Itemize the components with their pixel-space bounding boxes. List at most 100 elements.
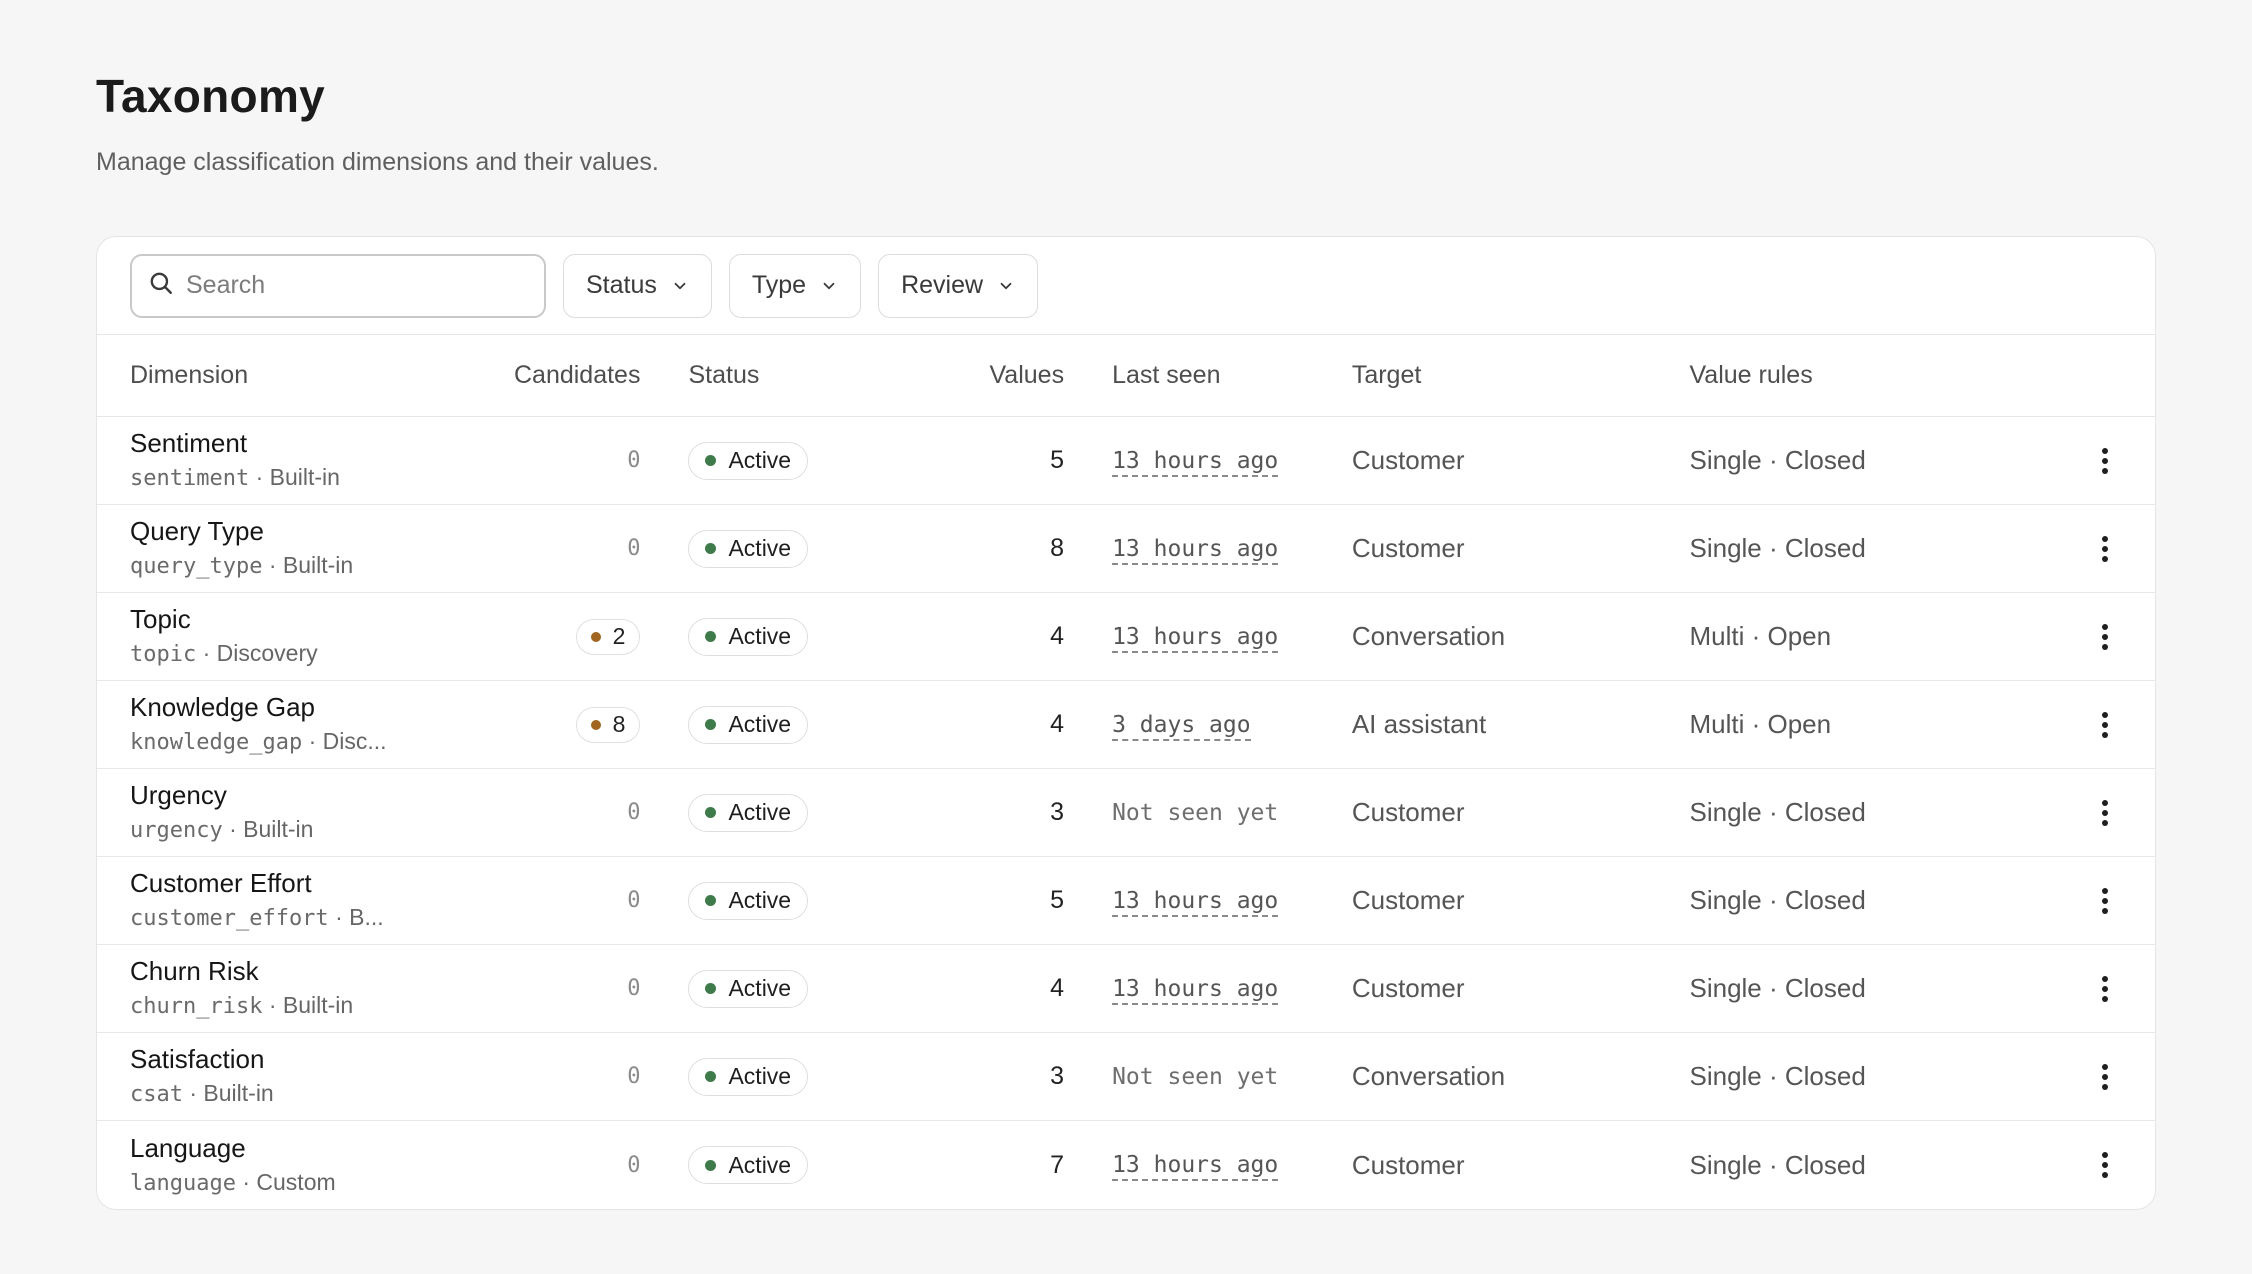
- dimension-name[interactable]: Topic: [130, 603, 489, 635]
- value-rules: Multi · Open: [1689, 621, 1832, 651]
- candidate-dot: [590, 631, 601, 642]
- candidates-count: 0: [627, 888, 641, 913]
- dimension-cell[interactable]: Query Type query_type · Built-in: [97, 515, 489, 582]
- dimension-name[interactable]: Query Type: [130, 515, 489, 547]
- dimension-key: csat: [130, 1082, 183, 1107]
- status-badge: Active: [688, 793, 809, 832]
- more-vertical-icon[interactable]: [2101, 1151, 2109, 1179]
- target-cell: Customer: [1352, 445, 1690, 476]
- candidates-count: 0: [627, 536, 641, 561]
- status-label: Active: [728, 1151, 792, 1178]
- last-seen[interactable]: 13 hours ago: [1112, 535, 1279, 565]
- dimension-cell[interactable]: Satisfaction csat · Built-in: [97, 1043, 489, 1110]
- value-rules: Single · Closed: [1689, 973, 1866, 1003]
- target: Customer: [1351, 445, 1465, 475]
- value-rules: Single · Closed: [1689, 797, 1866, 827]
- search-icon: [148, 270, 174, 301]
- last-seen[interactable]: 13 hours ago: [1112, 447, 1279, 477]
- dimension-source: · Discovery: [196, 640, 318, 666]
- last-seen: Not seen yet: [1112, 799, 1279, 826]
- header-values[interactable]: Values: [900, 361, 1064, 390]
- more-vertical-icon[interactable]: [2101, 975, 2109, 1003]
- status-cell: Active: [640, 1146, 900, 1184]
- header-candidates[interactable]: Candidates: [489, 361, 640, 390]
- more-vertical-icon[interactable]: [2101, 623, 2109, 651]
- dimension-name[interactable]: Knowledge Gap: [130, 691, 489, 723]
- chevron-down-icon: [997, 277, 1015, 295]
- header-target[interactable]: Target: [1352, 361, 1690, 390]
- last-seen[interactable]: 13 hours ago: [1112, 1152, 1279, 1181]
- dimension-meta: language · Custom: [130, 1167, 489, 1199]
- table-row[interactable]: Sentiment sentiment · Built-in 0 Active …: [97, 417, 2155, 505]
- more-vertical-icon[interactable]: [2101, 447, 2109, 475]
- dimension-cell[interactable]: Urgency urgency · Built-in: [97, 779, 489, 846]
- header-last-seen[interactable]: Last seen: [1064, 361, 1352, 390]
- more-vertical-icon[interactable]: [2101, 799, 2109, 827]
- dimension-cell[interactable]: Language language · Custom: [97, 1132, 489, 1199]
- dimension-source: · Built-in: [222, 816, 314, 842]
- dimension-cell[interactable]: Churn Risk churn_risk · Built-in: [97, 955, 489, 1022]
- dimension-name[interactable]: Language: [130, 1132, 489, 1164]
- dimension-name[interactable]: Satisfaction: [130, 1043, 489, 1075]
- dimension-meta: customer_effort · B...: [130, 902, 489, 934]
- values-cell: 4: [900, 710, 1064, 739]
- filter-review-button[interactable]: Review: [878, 253, 1039, 318]
- table-row[interactable]: Query Type query_type · Built-in 0 Activ…: [97, 505, 2155, 593]
- candidates-cell: 2: [489, 618, 641, 655]
- dimension-name[interactable]: Sentiment: [130, 427, 489, 459]
- more-vertical-icon[interactable]: [2101, 535, 2109, 563]
- dimension-cell[interactable]: Topic topic · Discovery: [97, 603, 489, 670]
- dimension-name[interactable]: Churn Risk: [130, 955, 489, 987]
- status-label: Active: [728, 975, 792, 1001]
- candidates-count: 8: [612, 711, 626, 737]
- table-row[interactable]: Topic topic · Discovery 2 Active 4 13 ho…: [97, 593, 2155, 681]
- status-label: Active: [728, 535, 792, 561]
- status-cell: Active: [640, 1057, 900, 1096]
- dimension-name[interactable]: Urgency: [130, 779, 489, 811]
- dimension-cell[interactable]: Sentiment sentiment · Built-in: [97, 427, 489, 494]
- dimension-key: knowledge_gap: [130, 730, 303, 755]
- table-row[interactable]: Churn Risk churn_risk · Built-in 0 Activ…: [97, 945, 2155, 1033]
- dimension-source: · Built-in: [262, 992, 354, 1018]
- value-rules: Single · Closed: [1689, 533, 1866, 563]
- last-seen[interactable]: 13 hours ago: [1112, 975, 1279, 1005]
- value-rules: Single · Closed: [1689, 445, 1866, 475]
- table-row[interactable]: Satisfaction csat · Built-in 0 Active 3 …: [97, 1033, 2155, 1121]
- dimension-source: · Disc...: [302, 728, 387, 754]
- header-dimension[interactable]: Dimension: [97, 361, 489, 390]
- dimension-cell[interactable]: Customer Effort customer_effort · B...: [97, 867, 489, 934]
- header-value-rules[interactable]: Value rules: [1689, 361, 2055, 390]
- table-row[interactable]: Customer Effort customer_effort · B... 0…: [97, 857, 2155, 945]
- dimension-name[interactable]: Customer Effort: [130, 867, 489, 899]
- dimension-cell[interactable]: Knowledge Gap knowledge_gap · Disc...: [97, 691, 489, 758]
- value-rules-cell: Multi · Open: [1689, 709, 2055, 740]
- dimension-meta: topic · Discovery: [130, 638, 489, 670]
- candidates-badge[interactable]: 8: [575, 706, 641, 743]
- status-label: Active: [728, 447, 792, 473]
- header-status[interactable]: Status: [640, 361, 900, 390]
- status-dot: [705, 455, 717, 466]
- table-row[interactable]: Knowledge Gap knowledge_gap · Disc... 8 …: [97, 681, 2155, 769]
- search-box[interactable]: [130, 253, 546, 318]
- candidates-badge[interactable]: 2: [575, 618, 641, 655]
- last-seen[interactable]: 3 days ago: [1112, 711, 1251, 741]
- row-actions-cell: [2055, 1151, 2155, 1179]
- more-vertical-icon[interactable]: [2101, 711, 2109, 739]
- more-vertical-icon[interactable]: [2101, 1063, 2109, 1091]
- more-vertical-icon[interactable]: [2101, 887, 2109, 915]
- chevron-down-icon: [671, 277, 689, 295]
- status-label: Active: [728, 887, 792, 913]
- status-badge: Active: [688, 969, 809, 1008]
- filter-status-button[interactable]: Status: [563, 253, 712, 318]
- target-cell: Customer: [1352, 973, 1690, 1004]
- target-cell: Customer: [1352, 885, 1690, 916]
- search-input[interactable]: [186, 271, 526, 300]
- target-cell: Conversation: [1352, 621, 1690, 652]
- candidates-cell: 0: [489, 976, 640, 1001]
- last-seen[interactable]: 13 hours ago: [1112, 887, 1279, 917]
- target: Conversation: [1351, 1061, 1506, 1091]
- filter-type-button[interactable]: Type: [728, 253, 862, 318]
- table-row[interactable]: Urgency urgency · Built-in 0 Active 3 No…: [97, 769, 2155, 857]
- last-seen[interactable]: 13 hours ago: [1112, 623, 1279, 653]
- table-row[interactable]: Language language · Custom 0 Active 7 13…: [97, 1121, 2155, 1209]
